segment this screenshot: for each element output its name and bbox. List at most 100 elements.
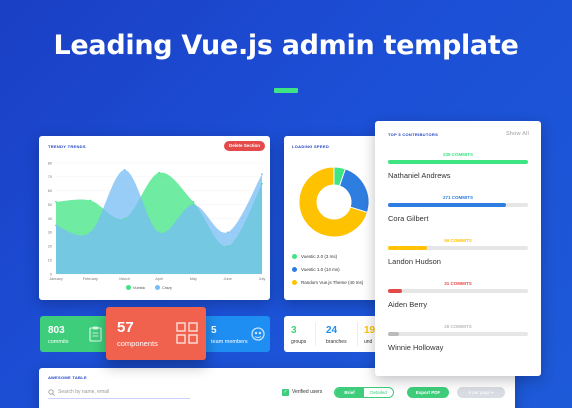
contributor-commits: 271 COMMITS bbox=[442, 195, 473, 200]
data-point bbox=[192, 200, 195, 203]
team-count: 5 bbox=[211, 325, 217, 336]
trend-chart: 80 70 60 50 40 30 20 10 0January February March Apr… bbox=[48, 161, 266, 281]
search-placeholder: Search by name, email bbox=[58, 389, 110, 395]
y-tick-label: 40 bbox=[48, 217, 52, 221]
x-tick-label: April bbox=[155, 277, 163, 281]
legend-crazy-swatch bbox=[155, 285, 160, 290]
contributor-progress-bar bbox=[388, 246, 528, 250]
contributor-progress-fill bbox=[388, 246, 428, 250]
contributor-progress-bar bbox=[388, 203, 528, 207]
clipboard-icon bbox=[89, 326, 102, 342]
contributor-name: Nathaniel Andrews bbox=[388, 171, 451, 180]
detailed-toggle-option[interactable]: Detailed bbox=[364, 388, 393, 397]
contributor-commits: 59 COMMITS bbox=[444, 238, 472, 243]
components-grid-icon bbox=[176, 322, 198, 344]
speed-card-title: Loading speed bbox=[292, 144, 330, 149]
data-point bbox=[89, 199, 92, 202]
data-point bbox=[226, 245, 229, 248]
brief-toggle-option[interactable]: Brief bbox=[335, 388, 364, 397]
data-point bbox=[55, 200, 57, 203]
legend-vuestic-label: Vuestic bbox=[133, 285, 146, 290]
y-tick-label: 0 bbox=[50, 272, 52, 276]
data-point bbox=[89, 231, 92, 234]
contributor-progress-bar bbox=[388, 160, 528, 164]
x-tick-label: May bbox=[190, 277, 197, 281]
components-label: components bbox=[117, 339, 158, 348]
contributor-progress-bar bbox=[388, 289, 528, 293]
hero-title: Leading Vue.js admin template bbox=[53, 30, 519, 61]
speed-legend-swatch bbox=[292, 254, 297, 259]
view-mode-toggle[interactable]: Brief Detailed bbox=[334, 387, 394, 398]
x-tick-label: February bbox=[83, 277, 98, 281]
speed-legend-label: Random Vue.js Theme (40 ms) bbox=[301, 280, 364, 285]
data-point bbox=[226, 231, 229, 234]
speed-donut-chart bbox=[298, 166, 370, 238]
data-point bbox=[261, 182, 263, 185]
data-point bbox=[158, 171, 160, 174]
contributor-progress-fill bbox=[388, 289, 402, 293]
stat-divider bbox=[315, 322, 316, 346]
branches-label: branches bbox=[326, 339, 347, 345]
data-point bbox=[123, 217, 126, 220]
data-point bbox=[261, 173, 263, 175]
verified-users-label: Verified users bbox=[292, 389, 323, 395]
trend-chart-card: Trendy trends Delete Section 80 70 60 50 40 3… bbox=[39, 136, 270, 300]
y-tick-label: 60 bbox=[48, 189, 52, 193]
y-tick-label: 20 bbox=[48, 245, 52, 249]
loading-speed-card: Loading speed Vuestic 2.0 (3 ms) Vuestic… bbox=[284, 136, 384, 300]
per-page-value: 6 per page bbox=[468, 390, 490, 395]
y-tick-label: 30 bbox=[48, 231, 52, 235]
contributor-commits: 28 COMMITS bbox=[444, 324, 472, 329]
team-icon bbox=[251, 327, 265, 341]
search-icon bbox=[48, 388, 55, 396]
x-tick-label: January bbox=[49, 277, 63, 281]
verified-checkbox[interactable]: ✓ bbox=[282, 389, 289, 396]
team-label: team members bbox=[211, 339, 248, 345]
branches-count: 24 bbox=[326, 325, 338, 336]
legend-crazy-label: Crazy bbox=[162, 285, 172, 290]
y-tick-label: 70 bbox=[48, 175, 52, 179]
contributor-progress-fill bbox=[388, 332, 400, 336]
data-point bbox=[123, 169, 126, 171]
legend-vuestic: Vuestic bbox=[126, 285, 145, 290]
speed-legend-item: Vuestic 2.0 (3 ms) bbox=[292, 254, 337, 259]
contributor-progress-fill bbox=[388, 160, 528, 164]
speed-legend-swatch bbox=[292, 267, 297, 272]
y-tick-label: 10 bbox=[48, 258, 52, 262]
groups-count: 3 bbox=[291, 325, 297, 336]
contributor-name: Cora Gilbert bbox=[388, 214, 429, 223]
other-count: 19 bbox=[364, 325, 376, 336]
team-stat-card: 5 team members bbox=[200, 316, 270, 352]
data-point bbox=[158, 231, 160, 234]
chevron-down-icon: ▾ bbox=[491, 390, 494, 395]
y-tick-label: 50 bbox=[48, 203, 52, 207]
contributor-progress-fill bbox=[388, 203, 506, 207]
per-page-select[interactable]: 6 per page ▾ bbox=[457, 387, 505, 398]
data-point bbox=[192, 203, 195, 206]
repo-stats-card: 3 groups 24 branches 19 und bbox=[284, 316, 380, 352]
groups-label: groups bbox=[291, 339, 307, 345]
contributor-progress-bar bbox=[388, 332, 528, 336]
export-pdf-button[interactable]: Export PDF bbox=[407, 387, 449, 398]
speed-legend-item: Random Vue.js Theme (40 ms) bbox=[292, 280, 363, 285]
donut-slice bbox=[338, 168, 370, 214]
y-tick-label: 80 bbox=[48, 161, 52, 165]
speed-legend-label: Vuestic 1.0 (14 ms) bbox=[301, 267, 340, 272]
x-tick-label: July bbox=[259, 277, 266, 281]
commits-stat-card: 803 commits bbox=[40, 316, 110, 352]
search-input[interactable]: Search by name, email bbox=[48, 386, 190, 399]
commits-count: 803 bbox=[48, 325, 65, 336]
contributor-name: Landon Hudson bbox=[388, 257, 441, 266]
components-stat-card: 57 components bbox=[106, 307, 206, 360]
top-contributors-card: Top 5 contributors Show All 339 COMMITS N… bbox=[375, 121, 541, 376]
contributors-title: Top 5 contributors bbox=[388, 132, 439, 137]
legend-vuestic-swatch bbox=[126, 285, 131, 290]
show-all-link[interactable]: Show All bbox=[506, 131, 529, 137]
speed-legend-label: Vuestic 2.0 (3 ms) bbox=[301, 254, 338, 259]
contributor-commits: 339 COMMITS bbox=[442, 152, 473, 157]
legend-crazy: Crazy bbox=[155, 285, 172, 290]
contributor-commits: 31 COMMITS bbox=[444, 281, 472, 286]
stat-divider bbox=[357, 322, 358, 346]
x-tick-label: June bbox=[224, 277, 232, 281]
commits-label: commits bbox=[48, 339, 69, 345]
